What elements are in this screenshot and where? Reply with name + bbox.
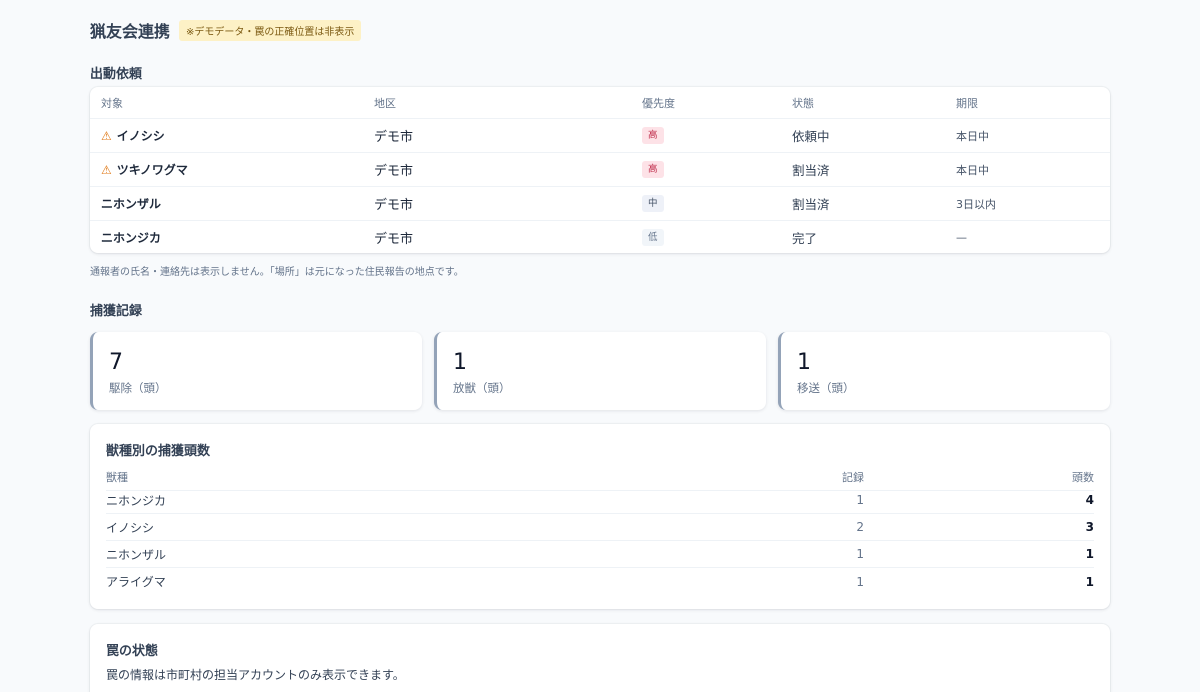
stat-card-transfer: 1 移送（頭） (778, 332, 1110, 410)
species-name: イノシシ (106, 520, 155, 535)
request-target: ニホンジカ (101, 231, 162, 245)
species-capture-card: 獣種別の捕獲頭数 獣種 記録 頭数 ニホンジカ 1 4 イノシシ 2 3 ニホン… (90, 424, 1110, 609)
stat-card-cull: 7 駆除（頭） (90, 332, 422, 410)
trap-status-title: 罠の状態 (106, 644, 159, 659)
stat-card-release: 1 放獣（頭） (434, 332, 766, 410)
page-title: 猟友会連携 (90, 22, 171, 41)
request-row[interactable]: ニホンジカ デモ市 低 完了 — (90, 220, 1110, 253)
species-row: ニホンジカ 1 4 (106, 487, 1094, 514)
request-area: デモ市 (374, 130, 414, 145)
species-name: アライグマ (106, 575, 166, 589)
request-priority-cell: 低 (642, 221, 664, 253)
stat-value: 1 (797, 350, 811, 375)
species-heads: 3 (1085, 520, 1094, 534)
warning-triangle-icon: ⚠ (101, 128, 112, 143)
request-target: ツキノワグマ (116, 163, 188, 177)
requests-table-header: 対象 地区 優先度 状態 期限 (90, 87, 1110, 118)
species-records: 2 (856, 520, 864, 534)
request-status: 依頼中 (792, 129, 830, 144)
request-row[interactable]: ニホンザル デモ市 中 割当済 3日以内 (90, 186, 1110, 220)
column-header-area: 地区 (374, 96, 396, 110)
request-area: デモ市 (374, 232, 414, 247)
species-name: ニホンジカ (106, 493, 167, 508)
stat-value: 7 (109, 350, 123, 375)
column-header-deadline: 期限 (956, 96, 978, 110)
request-status: 割当済 (792, 163, 830, 178)
request-priority-cell: 中 (642, 187, 664, 220)
stat-label: 放獣（頭） (453, 381, 511, 395)
trap-status-message: 罠の情報は市町村の担当アカウントのみ表示できます。 (106, 668, 405, 682)
request-target: イノシシ (116, 129, 165, 143)
requests-section-title: 出動依頼 (90, 67, 143, 82)
request-priority-cell: 高 (642, 153, 664, 186)
species-records: 1 (856, 493, 864, 507)
captures-section-title: 捕獲記録 (90, 304, 143, 319)
species-heads: 1 (1085, 574, 1094, 589)
request-target-cell: ⚠ ツキノワグマ (101, 153, 188, 186)
stat-value: 1 (453, 350, 467, 375)
stat-label: 移送（頭） (797, 381, 855, 395)
request-target: ニホンザル (101, 197, 162, 211)
stat-label: 駆除（頭） (109, 381, 167, 395)
requests-table: 対象 地区 優先度 状態 期限 ⚠ イノシシ デモ市 高 依頼中 本日中 ⚠ ツ… (90, 87, 1110, 253)
priority-badge: 高 (642, 161, 664, 178)
priority-badge: 低 (642, 229, 664, 246)
warning-triangle-icon: ⚠ (101, 162, 112, 177)
page-header: 猟友会連携 ※デモデータ・罠の正確位置は非表示 (90, 18, 362, 42)
species-heads: 4 (1085, 493, 1094, 507)
species-row: ニホンザル 1 1 (106, 541, 1094, 568)
priority-badge: 高 (642, 127, 664, 144)
request-deadline: — (956, 231, 967, 244)
trap-status-card: 罠の状態 罠の情報は市町村の担当アカウントのみ表示できます。 (90, 624, 1110, 692)
request-area: デモ市 (374, 164, 414, 179)
request-row[interactable]: ⚠ ツキノワグマ デモ市 高 割当済 本日中 (90, 152, 1110, 186)
request-status: 割当済 (792, 197, 830, 212)
request-row[interactable]: ⚠ イノシシ デモ市 高 依頼中 本日中 (90, 118, 1110, 152)
request-deadline: 本日中 (956, 163, 989, 177)
request-priority-cell: 高 (642, 119, 664, 152)
species-row: アライグマ 1 1 (106, 568, 1094, 595)
species-row: イノシシ 2 3 (106, 514, 1094, 541)
species-card-title: 獣種別の捕獲頭数 (106, 444, 211, 459)
species-name: ニホンザル (106, 547, 167, 562)
species-records: 1 (856, 547, 864, 561)
column-header-target: 対象 (101, 96, 123, 110)
privacy-note: 通報者の氏名・連絡先は表示しません。「場所」は元になった住民報告の地点です。 (90, 267, 464, 278)
request-area: デモ市 (374, 198, 414, 213)
species-heads: 1 (1085, 547, 1094, 561)
column-header-status: 状態 (792, 96, 814, 110)
request-target-cell: ⚠ イノシシ (101, 119, 165, 152)
request-status: 完了 (792, 231, 818, 246)
request-deadline: 本日中 (956, 129, 989, 143)
request-deadline: 3日以内 (956, 197, 996, 211)
species-records: 1 (856, 574, 864, 589)
priority-badge: 中 (642, 195, 664, 212)
demo-data-badge: ※デモデータ・罠の正確位置は非表示 (179, 19, 362, 41)
column-header-priority: 優先度 (642, 96, 675, 110)
